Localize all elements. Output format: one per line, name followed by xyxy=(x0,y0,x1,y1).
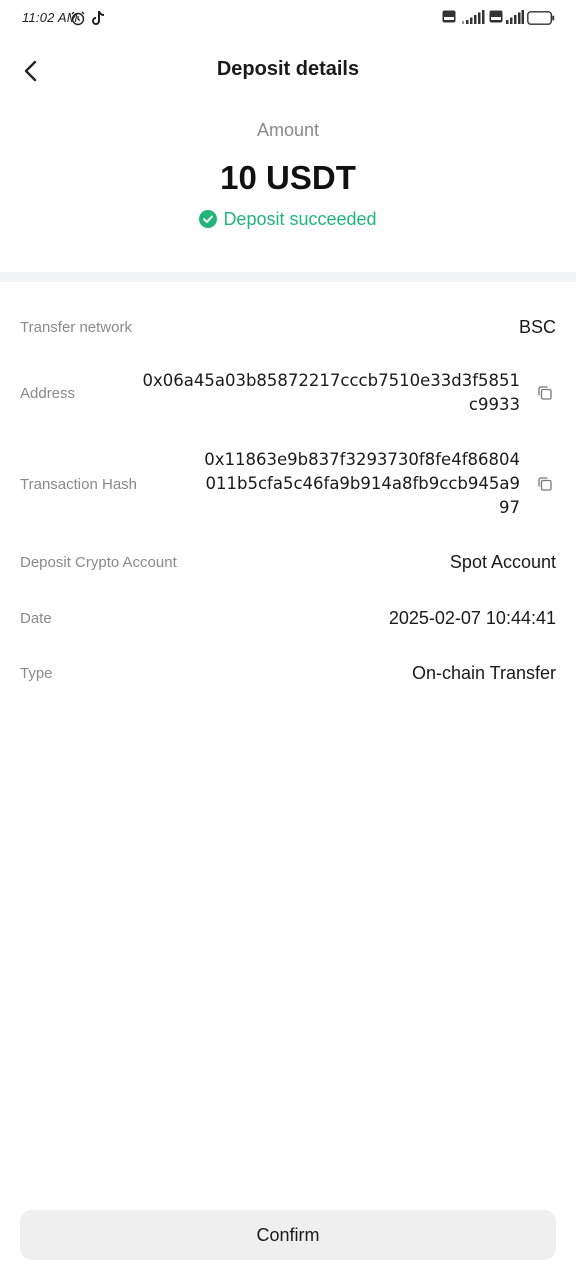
detail-row-date: Date 2025-02-07 10:44:41 xyxy=(20,603,556,633)
confirm-button[interactable]: Confirm xyxy=(20,1210,556,1260)
type-value: On-chain Transfer xyxy=(411,663,556,683)
detail-row-hash: Transaction Hash 0x11863e9b837f3293730f8… xyxy=(20,447,556,521)
alarm-icon xyxy=(70,10,86,31)
copy-address-button[interactable] xyxy=(534,382,556,404)
volte-icon xyxy=(442,10,456,28)
account-value: Spot Account xyxy=(449,552,556,572)
copy-icon xyxy=(538,386,552,400)
amount-label: Amount xyxy=(256,120,320,140)
copy-hash-button[interactable] xyxy=(534,473,556,495)
date-label: Date xyxy=(20,609,52,627)
type-label: Type xyxy=(20,664,53,682)
amount-section: Amount 10 USDT Deposit succeeded xyxy=(0,118,576,232)
address-label: Address xyxy=(20,384,76,402)
address-value: 0x06a45a03b85872217cccb7510e33d3f5851c99… xyxy=(142,371,520,414)
network-value: BSC xyxy=(518,317,556,337)
page-title: Deposit details xyxy=(216,58,360,80)
check-circle-icon xyxy=(199,210,218,228)
volte-icon xyxy=(489,10,503,28)
status-text: Deposit succeeded xyxy=(223,208,377,229)
date-value: 2025-02-07 10:44:41 xyxy=(388,608,556,628)
account-label: Deposit Crypto Account xyxy=(20,553,177,571)
battery-icon xyxy=(527,11,555,30)
signal-icon xyxy=(506,10,524,29)
copy-icon xyxy=(538,477,552,491)
section-divider xyxy=(0,272,576,282)
deposit-status: Deposit succeeded xyxy=(0,206,576,232)
amount-value: 10 USDT xyxy=(220,159,356,196)
hash-value: 0x11863e9b837f3293730f8fe4f86804011b5cfa… xyxy=(204,450,520,517)
header: Deposit details xyxy=(0,40,576,102)
hash-label: Transaction Hash xyxy=(20,475,137,493)
detail-row-account: Deposit Crypto Account Spot Account xyxy=(20,547,556,577)
network-label: Transfer network xyxy=(20,318,132,336)
detail-row-type: Type On-chain Transfer xyxy=(20,658,556,688)
signal-icon xyxy=(462,10,486,29)
detail-row-network: Transfer network BSC xyxy=(20,312,556,342)
tiktok-icon xyxy=(92,10,106,31)
status-bar: 11:02 AM xyxy=(0,0,576,40)
detail-row-address: Address 0x06a45a03b85872217cccb7510e33d3… xyxy=(20,368,556,418)
